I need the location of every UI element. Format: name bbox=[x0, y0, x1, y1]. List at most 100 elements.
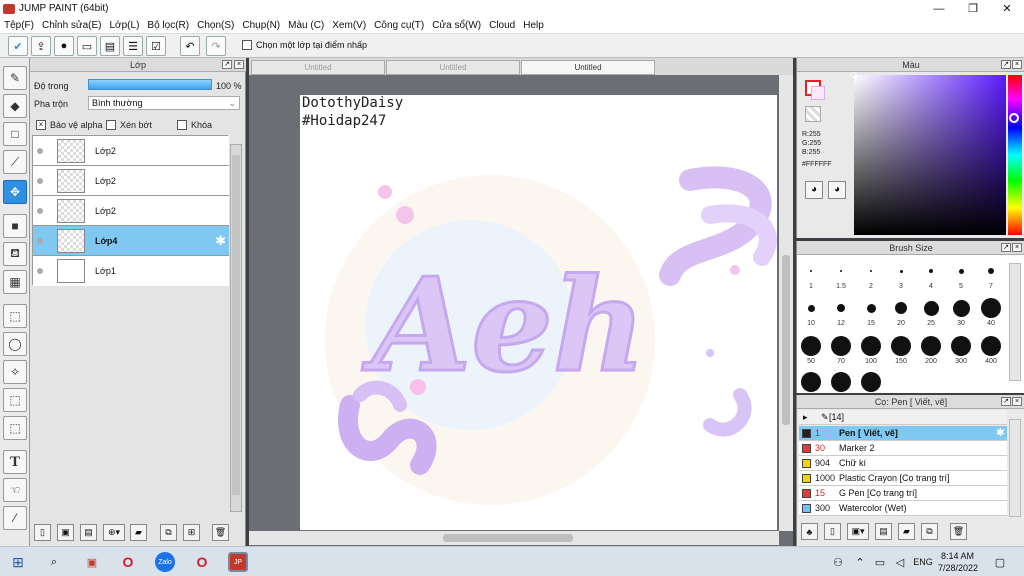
brush-doc-icon[interactable]: ▤ bbox=[875, 523, 892, 540]
opera-icon[interactable]: O bbox=[118, 552, 138, 572]
expand-arrow-icon[interactable]: ▸ bbox=[803, 412, 808, 423]
menu-help[interactable]: Help bbox=[519, 20, 548, 31]
trash-icon[interactable]: 🗑 bbox=[950, 523, 967, 540]
tab-document[interactable]: Untitled bbox=[386, 60, 520, 75]
add-layer-dropdown-icon[interactable]: ⊕▾ bbox=[103, 524, 125, 541]
brush-tool-icon[interactable]: ✎ bbox=[3, 66, 27, 90]
color-picker-icon[interactable]: ◕ bbox=[828, 181, 846, 199]
checklist-icon[interactable]: ☑ bbox=[146, 36, 166, 56]
menu-file[interactable]: Tệp(F) bbox=[0, 20, 38, 31]
panel-float-icon[interactable]: ↗ bbox=[1001, 397, 1011, 406]
duplicate-layer-icon[interactable]: ⧉ bbox=[160, 524, 177, 541]
menu-capture[interactable]: Chụp(N) bbox=[238, 20, 284, 31]
brush-size-dot[interactable] bbox=[840, 270, 842, 272]
folder-icon[interactable]: ▰ bbox=[898, 523, 915, 540]
brush-size-dot[interactable] bbox=[861, 372, 881, 392]
menu-select[interactable]: Chọn(S) bbox=[193, 20, 238, 31]
layer-row[interactable]: Lớp1 bbox=[33, 256, 229, 286]
fill-rect-tool-icon[interactable]: ■ bbox=[3, 214, 27, 238]
menu-color[interactable]: Màu (C) bbox=[284, 20, 328, 31]
brush-preset-row[interactable]: 300 Watercolor (Wet) bbox=[799, 501, 1007, 516]
panel-float-icon[interactable]: ↗ bbox=[222, 60, 232, 69]
layer-scrollbar[interactable] bbox=[230, 144, 242, 512]
panel-close-icon[interactable]: × bbox=[1012, 243, 1022, 252]
brush-size-dot[interactable] bbox=[831, 336, 851, 356]
blend-mode-select[interactable]: Bình thường ⌄ bbox=[88, 96, 240, 110]
clock-date[interactable]: 7/28/2022 bbox=[938, 563, 978, 573]
windows-start-icon[interactable]: ⊞ bbox=[8, 552, 28, 572]
tab-document-active[interactable]: Untitled bbox=[521, 60, 655, 75]
visibility-icon[interactable] bbox=[37, 208, 43, 214]
line-tool-icon[interactable]: ⟋ bbox=[3, 150, 27, 174]
network-icon[interactable]: ▭ bbox=[870, 552, 890, 572]
duplicate-brush-icon[interactable]: ⧉ bbox=[921, 523, 938, 540]
brush-size-dot[interactable] bbox=[981, 298, 1001, 318]
menu-edit[interactable]: Chỉnh sửa(E) bbox=[38, 20, 106, 31]
gear-icon[interactable]: ✱ bbox=[996, 426, 1005, 439]
brush-size-dot[interactable] bbox=[861, 336, 881, 356]
list-icon[interactable]: ☰ bbox=[123, 36, 143, 56]
zalo-icon[interactable]: Zalo bbox=[155, 552, 175, 572]
language-indicator[interactable]: ENG bbox=[912, 552, 934, 572]
panel-close-icon[interactable]: × bbox=[1012, 60, 1022, 69]
opera-gx-icon[interactable]: O bbox=[192, 552, 212, 572]
clip-checkbox[interactable] bbox=[106, 120, 116, 130]
speech-bubble-icon[interactable]: ● bbox=[54, 36, 74, 56]
panel-close-icon[interactable]: × bbox=[1012, 397, 1022, 406]
brush-size-dot[interactable] bbox=[891, 336, 911, 356]
brush-size-dot[interactable] bbox=[921, 336, 941, 356]
brush-size-dot[interactable] bbox=[870, 270, 872, 272]
undo-icon[interactable]: ↶ bbox=[180, 36, 200, 56]
visibility-icon[interactable] bbox=[37, 238, 43, 244]
panel-float-icon[interactable]: ↗ bbox=[1001, 243, 1011, 252]
chevron-up-icon[interactable]: ⌃ bbox=[850, 552, 870, 572]
bucket-tool-icon[interactable]: ⛾ bbox=[3, 242, 27, 266]
layer-row[interactable]: Lớp2 bbox=[33, 166, 229, 196]
layer-row[interactable]: Lớp2 bbox=[33, 136, 229, 166]
brush-preset-row[interactable]: 15 G Pen [Cọ trang trí] bbox=[799, 486, 1007, 501]
brush-size-dot[interactable] bbox=[807, 304, 815, 312]
select-pen-tool-icon[interactable]: ⬚ bbox=[3, 388, 27, 412]
brush-size-dot[interactable] bbox=[988, 268, 994, 274]
brush-size-dot[interactable] bbox=[923, 300, 939, 316]
brush-preset-row[interactable]: 30 Marker 2 bbox=[799, 441, 1007, 456]
hue-slider[interactable] bbox=[1008, 75, 1022, 235]
palette-icon[interactable]: ◕ bbox=[805, 181, 823, 199]
menu-tools[interactable]: Công cụ(T) bbox=[370, 20, 428, 31]
brush-size-dot[interactable] bbox=[951, 336, 971, 356]
maximize-button[interactable]: ❐ bbox=[956, 0, 990, 17]
protect-alpha-checkbox[interactable]: × bbox=[36, 120, 46, 130]
new-layer-icon[interactable]: ▯ bbox=[34, 524, 51, 541]
rectangle-tool-icon[interactable]: □ bbox=[3, 122, 27, 146]
check-icon[interactable]: ✔ bbox=[8, 36, 28, 56]
transparent-swatch[interactable] bbox=[805, 106, 821, 122]
brush-preset-row[interactable]: 904 Chữ kí bbox=[799, 456, 1007, 471]
brush-size-dot[interactable] bbox=[958, 268, 964, 274]
brush-preset-row-selected[interactable]: 1 Pen [ Viết, vẽ] ✱ bbox=[799, 426, 1007, 441]
brush-preset-row[interactable]: 1000 Plastic Crayon [Cọ trang trí] bbox=[799, 471, 1007, 486]
notification-icon[interactable]: ▢ bbox=[990, 552, 1010, 572]
eyedropper-tool-icon[interactable]: ⁄ bbox=[3, 506, 27, 530]
brush-size-dot[interactable] bbox=[810, 270, 812, 272]
redo-icon[interactable]: ↷ bbox=[206, 36, 226, 56]
saturation-value-picker[interactable] bbox=[851, 72, 1006, 235]
hand-tool-icon[interactable]: ☜ bbox=[3, 478, 27, 502]
panel-float-icon[interactable]: ↗ bbox=[1001, 60, 1011, 69]
drawing-canvas[interactable]: Aeh DotothyDaisy #Hoidap247 bbox=[300, 95, 777, 530]
scroll-thumb[interactable] bbox=[232, 155, 240, 495]
background-color-swatch[interactable] bbox=[811, 86, 825, 100]
select-eraser-tool-icon[interactable]: ⬚ bbox=[3, 416, 27, 440]
gradient-tool-icon[interactable]: ▦ bbox=[3, 270, 27, 294]
menu-cloud[interactable]: Cloud bbox=[485, 20, 519, 31]
brush-size-dot[interactable] bbox=[866, 303, 876, 313]
move-tool-icon[interactable]: ✥ bbox=[3, 180, 27, 204]
lasso-tool-icon[interactable]: ◯ bbox=[3, 332, 27, 356]
taskview-icon[interactable]: ▣ bbox=[82, 552, 102, 572]
comment-icon[interactable]: ▭ bbox=[77, 36, 97, 56]
visibility-icon[interactable] bbox=[37, 178, 43, 184]
menu-view[interactable]: Xem(V) bbox=[328, 20, 370, 31]
new-text-layer-icon[interactable]: ▤ bbox=[80, 524, 97, 541]
menu-window[interactable]: Cửa sổ(W) bbox=[428, 20, 485, 31]
brush-size-dot[interactable] bbox=[831, 372, 851, 392]
menu-layer[interactable]: Lớp(L) bbox=[106, 20, 144, 31]
